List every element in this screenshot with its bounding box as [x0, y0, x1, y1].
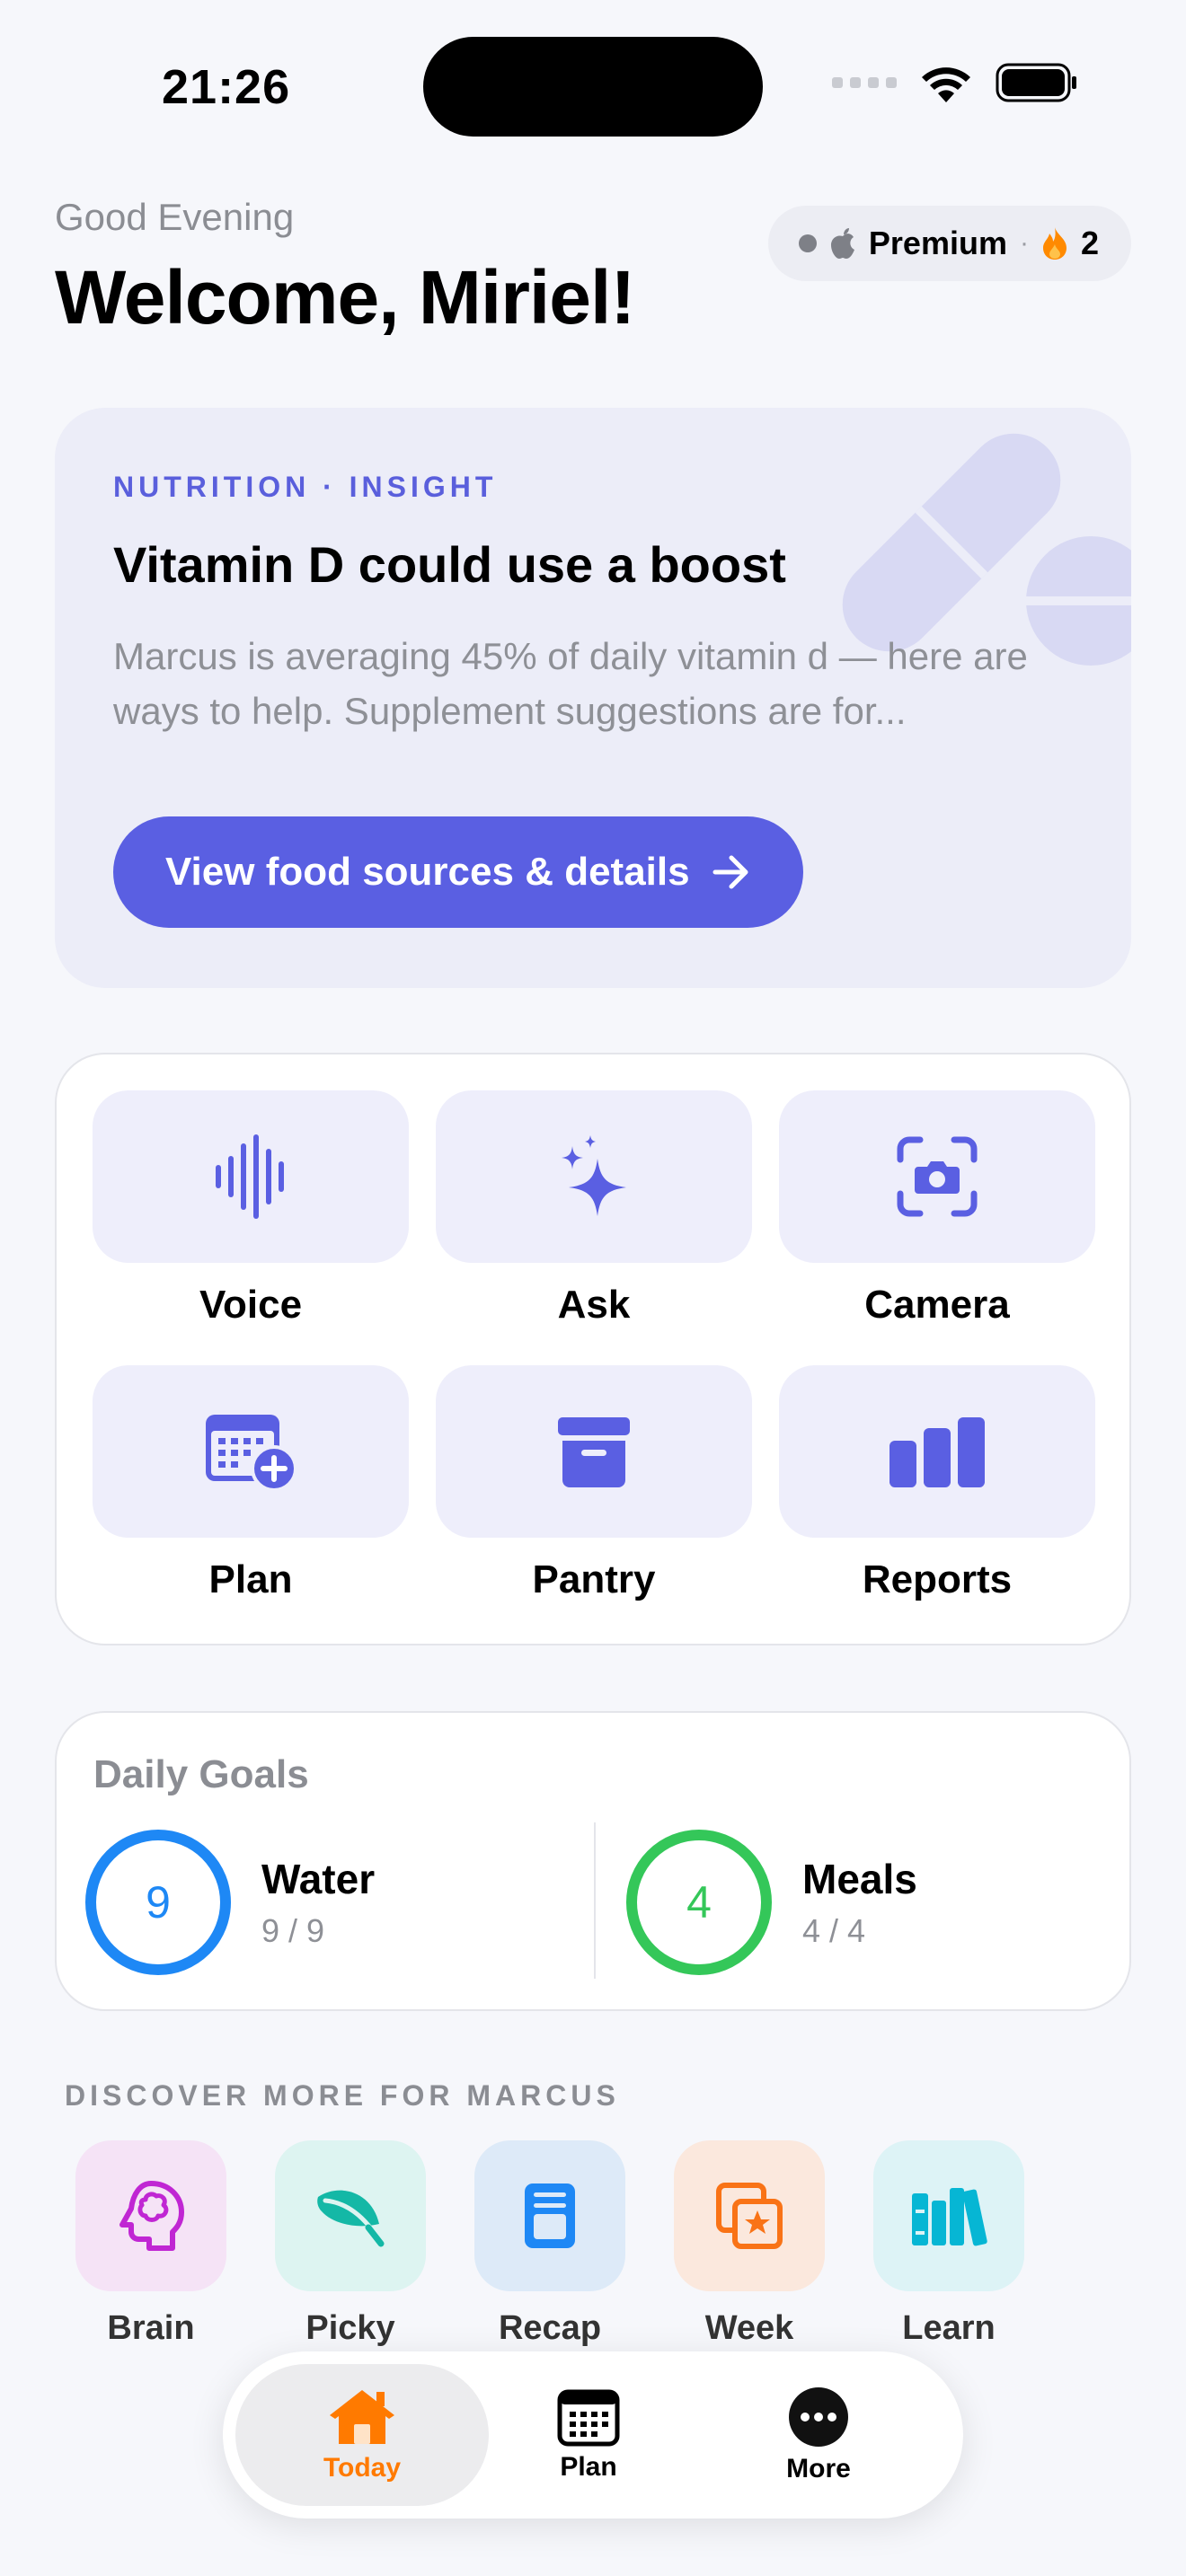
view-food-sources-button[interactable]: View food sources & details [113, 816, 803, 928]
reports-action[interactable]: Reports [779, 1365, 1095, 1602]
insight-category: NUTRITION · INSIGHT [113, 471, 498, 503]
meals-progress-ring: 4 [626, 1830, 772, 1975]
learn-tile[interactable] [873, 2140, 1024, 2291]
insight-card[interactable]: NUTRITION · INSIGHT Vitamin D could use … [55, 408, 1131, 988]
waveform-icon [216, 1134, 284, 1219]
voice-action[interactable]: Voice [93, 1090, 409, 1328]
pantry-action[interactable]: Pantry [436, 1365, 752, 1602]
quick-actions-card: Voice Ask Camera Plan Pantry Reports [55, 1053, 1131, 1645]
plan-action[interactable]: Plan [93, 1365, 409, 1602]
star-photo-icon [716, 2183, 783, 2249]
premium-badge[interactable]: Premium · 2 [767, 206, 1131, 281]
streak-count: 2 [1080, 225, 1099, 261]
premium-label: Premium [868, 225, 1007, 261]
discover-item-brain[interactable]: Brain [75, 2140, 226, 2348]
water-progress-ring: 9 [85, 1830, 231, 1975]
pantry-tile[interactable] [436, 1365, 752, 1538]
brain-tile[interactable] [75, 2140, 226, 2291]
meals-goal-name: Meals [802, 1856, 917, 1902]
cellular-signal-icon [832, 77, 897, 88]
wifi-icon [922, 67, 970, 102]
arrow-right-icon [712, 855, 748, 889]
cta-label: View food sources & details [165, 850, 690, 894]
brain-icon [119, 2181, 184, 2251]
archive-box-icon [558, 1417, 630, 1487]
water-goal-progress: 9 / 9 [261, 1912, 325, 1949]
insight-body: Marcus is averaging 45% of daily vitamin… [113, 635, 1028, 732]
reports-label: Reports [862, 1557, 1013, 1601]
separator: · [1019, 228, 1029, 258]
calendar-add-icon [206, 1415, 297, 1492]
discover-item-learn[interactable]: Learn [873, 2140, 1024, 2348]
picky-label: Picky [305, 2309, 395, 2347]
document-icon [525, 2183, 575, 2248]
apple-icon [830, 228, 854, 259]
water-goal[interactable]: 9 Water 9 / 9 [85, 1830, 375, 1975]
greeting-text: Good Evening [55, 196, 295, 238]
tab-today-label: Today [323, 2453, 402, 2483]
ask-action[interactable]: Ask [436, 1090, 752, 1328]
status-time: 21:26 [162, 60, 291, 114]
week-tile[interactable] [674, 2140, 825, 2291]
divider [594, 1822, 596, 1979]
goals-title: Daily Goals [93, 1752, 309, 1796]
status-indicators [832, 63, 1078, 102]
voice-label: Voice [199, 1283, 303, 1327]
sparkles-icon [562, 1135, 626, 1216]
meals-goal-progress: 4 / 4 [802, 1912, 866, 1949]
tab-plan-label: Plan [560, 2452, 617, 2482]
plan-label: Plan [208, 1557, 293, 1601]
discover-item-week[interactable]: Week [674, 2140, 825, 2348]
tab-today[interactable]: Today [235, 2364, 489, 2506]
learn-label: Learn [902, 2309, 996, 2347]
discover-title: DISCOVER MORE FOR MARCUS [65, 2079, 620, 2112]
dynamic-island [423, 37, 763, 137]
week-label: Week [704, 2309, 794, 2347]
insight-title: Vitamin D could use a boost [113, 536, 786, 593]
tab-plan[interactable]: Plan [494, 2364, 683, 2506]
brain-label: Brain [107, 2309, 195, 2347]
camera-tile[interactable] [779, 1090, 1095, 1263]
ask-label: Ask [557, 1283, 631, 1327]
daily-goals-card[interactable]: Daily Goals 9 Water 9 / 9 4 Meals 4 / 4 [55, 1711, 1131, 2011]
house-icon [330, 2390, 394, 2444]
plan-tile[interactable] [93, 1365, 409, 1538]
reports-tile[interactable] [779, 1365, 1095, 1538]
ask-tile[interactable] [436, 1090, 752, 1263]
camera-scan-icon [897, 1136, 978, 1217]
recap-label: Recap [498, 2309, 602, 2347]
tab-bar: Today Plan More [223, 2351, 963, 2519]
battery-icon [996, 63, 1076, 102]
ellipsis-circle-icon [789, 2387, 848, 2447]
discover-item-recap[interactable]: Recap [474, 2140, 625, 2348]
voice-tile[interactable] [93, 1090, 409, 1263]
leaf-icon [317, 2190, 385, 2247]
camera-label: Camera [864, 1283, 1010, 1327]
picky-tile[interactable] [275, 2140, 426, 2291]
tab-more-label: More [786, 2454, 851, 2483]
recap-tile[interactable] [474, 2140, 625, 2291]
status-dot [798, 234, 817, 252]
books-icon [912, 2188, 987, 2246]
water-goal-name: Water [261, 1856, 376, 1902]
page-title: Welcome, Miriel! [55, 255, 635, 340]
calendar-icon [557, 2389, 620, 2447]
tab-more[interactable]: More [724, 2364, 913, 2506]
flame-icon [1042, 227, 1067, 260]
meals-goal[interactable]: 4 Meals 4 / 4 [626, 1830, 917, 1975]
discover-item-picky[interactable]: Picky [275, 2140, 426, 2348]
pantry-label: Pantry [532, 1557, 656, 1601]
camera-action[interactable]: Camera [779, 1090, 1095, 1328]
bar-chart-icon [890, 1417, 985, 1487]
